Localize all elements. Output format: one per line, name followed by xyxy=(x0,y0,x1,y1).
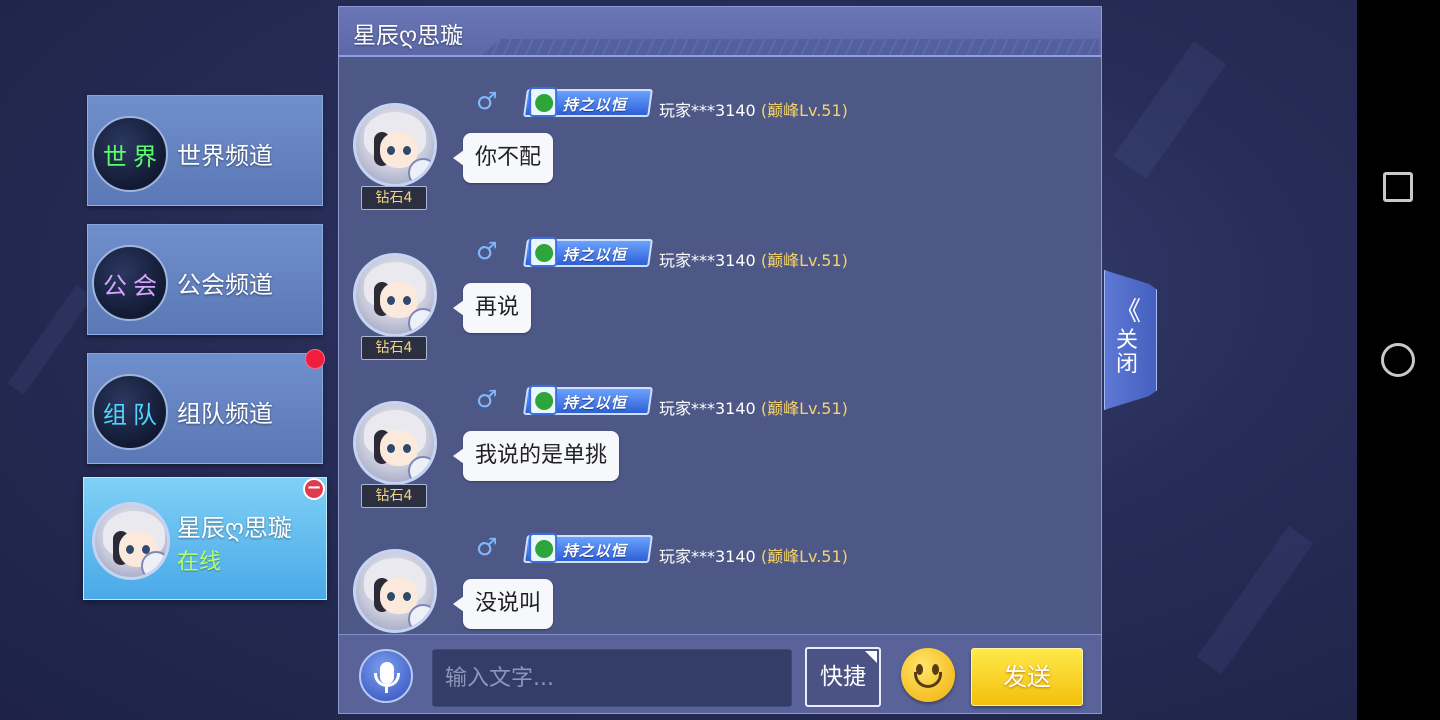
check-icon xyxy=(529,237,558,267)
message-input[interactable] xyxy=(432,649,792,707)
contact-avatar xyxy=(92,502,170,580)
chat-header: 星辰ღ思璇 xyxy=(339,7,1101,57)
medal-label: 持之以恒 xyxy=(562,394,627,412)
team-channel-badge: 组队 xyxy=(92,374,168,450)
close-label: 关闭 xyxy=(1116,328,1139,377)
microphone-icon[interactable] xyxy=(359,649,413,703)
username: 玩家***3140 xyxy=(659,251,756,270)
sender-avatar[interactable] xyxy=(353,401,437,485)
username: 玩家***3140 xyxy=(659,547,756,566)
square-icon[interactable] xyxy=(1383,172,1413,202)
male-icon: ♂ xyxy=(476,237,498,265)
check-icon xyxy=(529,385,558,415)
medal-label: 持之以恒 xyxy=(562,96,627,114)
remove-contact-button[interactable]: − xyxy=(303,478,325,500)
chat-title: 星辰ღ思璇 xyxy=(353,23,464,49)
smiley-icon[interactable] xyxy=(901,648,955,702)
rank-badge: 钻石4 xyxy=(361,186,427,210)
male-icon: ♂ xyxy=(476,385,498,413)
rank-badge: 钻石4 xyxy=(361,484,427,508)
unread-dot xyxy=(305,349,325,369)
channel-world[interactable]: 世界 世界频道 xyxy=(87,95,323,206)
sender-avatar[interactable] xyxy=(353,549,437,633)
medal-label: 持之以恒 xyxy=(562,246,627,264)
message-bubble: 你不配 xyxy=(452,133,554,183)
circle-icon[interactable] xyxy=(1381,343,1415,377)
input-bar: 快捷 发送 xyxy=(339,634,1101,713)
user-level: (巅峰Lv.51) xyxy=(760,101,848,120)
sender-name: 玩家***3140 (巅峰Lv.51) xyxy=(659,97,848,121)
message-bubble: 再说 xyxy=(452,283,532,333)
channel-guild[interactable]: 公会 公会频道 xyxy=(87,224,323,335)
channel-label: 公会频道 xyxy=(177,271,273,299)
chevron-left-icon: 《 xyxy=(1115,297,1141,327)
sender-avatar[interactable] xyxy=(353,103,437,187)
send-button[interactable]: 发送 xyxy=(971,648,1083,706)
medal-badge: 持之以恒 xyxy=(523,385,653,415)
user-level: (巅峰Lv.51) xyxy=(760,399,848,418)
background-shard xyxy=(1196,525,1314,675)
contact-item-active[interactable]: 星辰ღ思璇 在线 xyxy=(83,477,327,600)
user-level: (巅峰Lv.51) xyxy=(760,547,848,566)
sender-avatar[interactable] xyxy=(353,253,437,337)
message-bubble: 我说的是单挑 xyxy=(452,431,620,481)
contact-name: 星辰ღ思璇 xyxy=(177,514,292,542)
channel-label: 世界频道 xyxy=(177,142,273,170)
channel-label: 组队频道 xyxy=(177,400,273,428)
medal-badge: 持之以恒 xyxy=(523,87,653,117)
background-shard xyxy=(7,285,93,395)
medal-badge: 持之以恒 xyxy=(523,533,653,563)
chat-panel: 星辰ღ思璇 钻石4 ♂ 持之以恒 玩家***3140 (巅峰Lv.51) 你不配… xyxy=(338,6,1102,714)
male-icon: ♂ xyxy=(476,87,498,115)
check-icon xyxy=(529,87,558,117)
system-nav-bar xyxy=(1357,0,1440,720)
world-channel-badge: 世界 xyxy=(92,116,168,192)
user-level: (巅峰Lv.51) xyxy=(760,251,848,270)
guild-channel-badge: 公会 xyxy=(92,245,168,321)
message-list[interactable]: 钻石4 ♂ 持之以恒 玩家***3140 (巅峰Lv.51) 你不配 钻石4 ♂… xyxy=(339,59,1101,634)
background-shard xyxy=(1113,41,1227,179)
medal-label: 持之以恒 xyxy=(562,542,627,560)
message-bubble: 没说叫 xyxy=(452,579,554,629)
close-chat-tab[interactable]: 《 关闭 xyxy=(1104,270,1157,410)
medal-badge: 持之以恒 xyxy=(523,237,653,267)
sender-name: 玩家***3140 (巅峰Lv.51) xyxy=(659,247,848,271)
sender-name: 玩家***3140 (巅峰Lv.51) xyxy=(659,395,848,419)
contact-status: 在线 xyxy=(177,550,222,575)
username: 玩家***3140 xyxy=(659,399,756,418)
rank-badge: 钻石4 xyxy=(361,336,427,360)
username: 玩家***3140 xyxy=(659,101,756,120)
male-icon: ♂ xyxy=(476,533,498,561)
channel-team[interactable]: 组队 组队频道 xyxy=(87,353,323,464)
header-divider xyxy=(339,55,1101,57)
quick-phrase-button[interactable]: 快捷 xyxy=(805,647,881,707)
sender-name: 玩家***3140 (巅峰Lv.51) xyxy=(659,543,848,567)
check-icon xyxy=(529,533,558,563)
